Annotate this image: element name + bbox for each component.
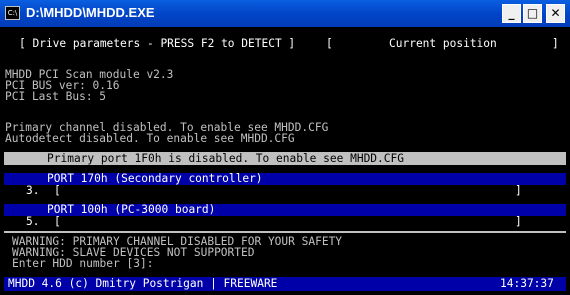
divider (4, 231, 566, 233)
minimize-button[interactable]: _ (502, 4, 521, 23)
window-title: D:\MHDD\MHDD.EXE (26, 5, 155, 20)
slot-5-close: ] (515, 215, 522, 228)
slot-5-open: [ (54, 215, 61, 228)
primary-port-bar: Primary port 1F0h is disabled. To enable… (4, 152, 566, 165)
status-clock: 14:37:37 (500, 277, 554, 290)
slot-3-close: ] (515, 184, 522, 197)
slot-3-number: 3. (26, 184, 40, 197)
status-bar: MHDD 4.6 (c) Dmitry Postrigan | FREEWARE… (4, 277, 566, 291)
primary-port-text: Primary port 1F0h is disabled. To enable… (47, 152, 404, 165)
maximize-button[interactable]: □ (523, 4, 542, 23)
slot-3-open: [ (54, 184, 61, 197)
port-100-bar: PORT 100h (PC-3000 board) (4, 204, 566, 216)
drive-params-header: [ Drive parameters - PRESS F2 to DETECT … (19, 37, 296, 50)
console-area[interactable]: [ Drive parameters - PRESS F2 to DETECT … (4, 27, 566, 295)
console-icon[interactable]: C:\ (5, 6, 20, 20)
status-left-text: MHDD 4.6 (c) Dmitry Postrigan | FREEWARE (8, 277, 278, 290)
position-open-bracket: [ (326, 37, 333, 50)
autodetect-disabled-line: Autodetect disabled. To enable see MHDD.… (5, 132, 295, 145)
hdd-number-prompt[interactable]: Enter HDD number [3]: (12, 258, 153, 270)
pci-last-bus-line: PCI Last Bus: 5 (5, 90, 107, 103)
position-close-bracket: ] (552, 37, 559, 50)
port-100-label: PORT 100h (PC-3000 board) (47, 203, 216, 216)
port-170-bar: PORT 170h (Secondary controller) (4, 173, 566, 185)
port-170-label: PORT 170h (Secondary controller) (47, 172, 263, 185)
slot-5-number: 5. (26, 215, 40, 228)
close-button[interactable]: ✕ (546, 4, 565, 23)
current-position-header: Current position (389, 37, 497, 50)
title-bar[interactable]: C:\ D:\MHDD\MHDD.EXE _ □ ✕ (0, 0, 570, 27)
